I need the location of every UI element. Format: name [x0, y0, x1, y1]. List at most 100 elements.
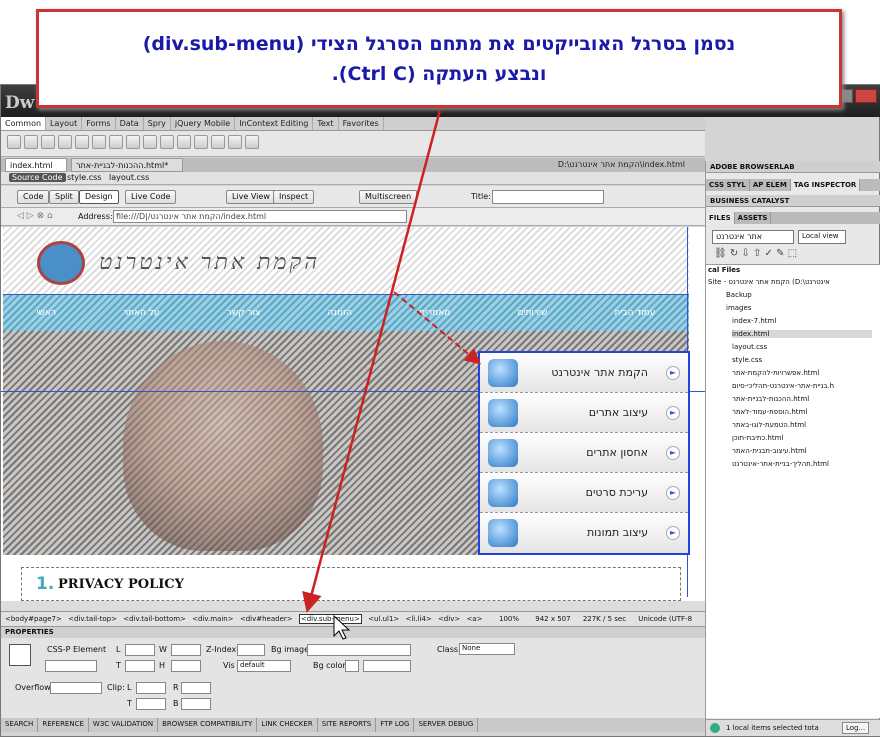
tag-header[interactable]: <div#header>	[240, 615, 293, 623]
related-file-style[interactable]: style.css	[67, 173, 101, 182]
inspect-button[interactable]: Inspect	[273, 190, 315, 204]
code-view-button[interactable]: Code	[17, 190, 50, 204]
log-button[interactable]: Log...	[842, 722, 870, 734]
height-input[interactable]	[171, 660, 201, 672]
zoom-select[interactable]: 100%	[499, 615, 519, 623]
zindex-input[interactable]	[237, 644, 265, 656]
sub-menu-item[interactable]: עיצוב אתרים ►	[480, 393, 688, 433]
tag-ul1[interactable]: <ul.ul1>	[368, 615, 399, 623]
file-item[interactable]: ההכנות-לבניית-אתר.html	[732, 395, 809, 403]
horizontal-scrollbar[interactable]	[1, 601, 705, 611]
overflow-select[interactable]	[50, 682, 102, 694]
sub-menu-item[interactable]: עריכת סרטים ►	[480, 473, 688, 513]
back-forward-icons[interactable]: ◁ ▷ ⊗ ⌂	[17, 211, 53, 221]
bg-color-input[interactable]	[363, 660, 411, 672]
tag-body[interactable]: <body#page7>	[5, 615, 62, 623]
browserlab-header[interactable]: ADOBE BROWSERLAB	[706, 161, 880, 173]
tag-div[interactable]: <div>	[438, 615, 460, 623]
hyperlink-icon[interactable]	[7, 135, 21, 149]
media-icon[interactable]	[126, 135, 140, 149]
tab-tag-inspector[interactable]: TAG INSPECTOR	[790, 179, 861, 191]
clip-left-input[interactable]	[136, 682, 166, 694]
live-code-button[interactable]: Live Code	[125, 190, 177, 204]
file-item[interactable]: אפשרויות-להקמת-אתר.html	[732, 369, 819, 377]
file-item[interactable]: הוספת-עמוד-לאתר.html	[732, 408, 807, 416]
sub-menu[interactable]: הקמת אתר אינטרנט ► עיצוב אתרים ► אחסון א…	[478, 351, 690, 555]
tab-w3c[interactable]: W3C VALIDATION	[89, 718, 159, 732]
tab-reference[interactable]: REFERENCE	[38, 718, 89, 732]
clip-top-input[interactable]	[136, 698, 166, 710]
source-code-tab[interactable]: Source Code	[9, 173, 66, 182]
tab-link-checker[interactable]: LINK CHECKER	[257, 718, 318, 732]
bg-color-swatch[interactable]	[345, 660, 359, 672]
window-size[interactable]: 942 x 507	[535, 615, 570, 623]
split-view-button[interactable]: Split	[49, 190, 79, 204]
tab-site-reports[interactable]: SITE REPORTS	[318, 718, 377, 732]
insert-tab-common[interactable]: Common	[1, 117, 47, 130]
bg-image-input[interactable]	[307, 644, 411, 656]
left-input[interactable]	[125, 644, 155, 656]
file-item[interactable]: index-7.html	[732, 317, 776, 325]
nav-item[interactable]: הזמנה	[327, 308, 352, 318]
hr-icon[interactable]	[58, 135, 72, 149]
folder-backup[interactable]: Backup	[726, 291, 752, 299]
vis-select[interactable]: default	[237, 660, 291, 672]
nav-item[interactable]: צור קשר	[227, 308, 261, 318]
insert-tab-layout[interactable]: Layout	[46, 117, 83, 130]
image-icon[interactable]	[109, 135, 123, 149]
site-root[interactable]: Site - הקמת אתר אינטרנט (D:\אינטרנט	[708, 278, 830, 286]
email-link-icon[interactable]	[24, 135, 38, 149]
date-icon[interactable]	[143, 135, 157, 149]
insert-tab-spry[interactable]: Spry	[144, 117, 171, 130]
design-view-button[interactable]: Design	[79, 190, 119, 204]
tab-search[interactable]: SEARCH	[1, 718, 39, 732]
insert-tab-incontext[interactable]: InContext Editing	[235, 117, 314, 130]
tab-ftp-log[interactable]: FTP LOG	[376, 718, 415, 732]
server-include-icon[interactable]	[160, 135, 174, 149]
folder-images[interactable]: images	[726, 304, 751, 312]
view-select[interactable]: Local view	[798, 230, 846, 244]
tab-files[interactable]: FILES	[706, 212, 735, 224]
files-toolbar-icons[interactable]: ⛓ ↻ ⇩ ⇧ ✓ ✎ ⬚	[714, 248, 797, 259]
insert-tab-jquery-mobile[interactable]: jQuery Mobile	[171, 117, 236, 130]
tab-ap-elements[interactable]: AP ELEM	[750, 179, 791, 191]
tag-a[interactable]: <a>	[466, 615, 482, 623]
nav-item[interactable]: עמוד הבית	[614, 308, 655, 318]
clip-right-input[interactable]	[181, 682, 211, 694]
top-input[interactable]	[125, 660, 155, 672]
templates-icon[interactable]	[228, 135, 242, 149]
close-button[interactable]	[855, 89, 877, 103]
title-input[interactable]	[492, 190, 604, 204]
insert-tab-text[interactable]: Text	[313, 117, 339, 130]
address-input[interactable]: file:///D|/הקמת אתר אינטרנט/index.html	[113, 210, 407, 223]
file-item-selected[interactable]: index.html	[732, 330, 872, 338]
file-item[interactable]: הטמעת-לוגו-באתר.html	[732, 421, 806, 429]
design-view[interactable]: הקמת אתר אינטרנט ראשי על האתר צור קשר הז…	[1, 227, 705, 601]
named-anchor-icon[interactable]	[41, 135, 55, 149]
nav-item[interactable]: מאמרים	[419, 308, 450, 318]
tab-server-debug[interactable]: SERVER DEBUG	[414, 718, 479, 732]
table-icon[interactable]	[75, 135, 89, 149]
live-view-button[interactable]: Live View	[226, 190, 276, 204]
nav-item[interactable]: על האתר	[123, 308, 160, 318]
script-icon[interactable]	[211, 135, 225, 149]
sub-menu-item[interactable]: עיצוב תמונות ►	[480, 513, 688, 553]
multiscreen-button[interactable]: Multiscreen	[359, 190, 418, 204]
doc-tab-index[interactable]: index.html	[5, 158, 67, 172]
tag-tail-top[interactable]: <div.tail-top>	[68, 615, 117, 623]
related-file-layout[interactable]: layout.css	[109, 173, 149, 182]
tab-css-styles[interactable]: CSS STYL	[706, 179, 750, 191]
clip-bottom-input[interactable]	[181, 698, 211, 710]
file-item[interactable]: עיצוב-תבנית-האתר.html	[732, 447, 807, 455]
tab-browser-compat[interactable]: BROWSER COMPATIBILITY	[158, 718, 258, 732]
tag-li4[interactable]: <li.li4>	[406, 615, 432, 623]
tab-assets[interactable]: ASSETS	[735, 212, 772, 224]
file-item[interactable]: בניית-אתר-אינטרנט-תהליכי-סיום.h	[732, 382, 834, 390]
comment-icon[interactable]	[177, 135, 191, 149]
sub-menu-item[interactable]: אחסון אתרים ►	[480, 433, 688, 473]
business-catalyst-header[interactable]: BUSINESS CATALYST	[706, 195, 880, 207]
class-select[interactable]: None	[459, 643, 515, 655]
file-item[interactable]: style.css	[732, 356, 762, 364]
tag-main[interactable]: <div.main>	[192, 615, 233, 623]
insert-tab-favorites[interactable]: Favorites	[339, 117, 384, 130]
